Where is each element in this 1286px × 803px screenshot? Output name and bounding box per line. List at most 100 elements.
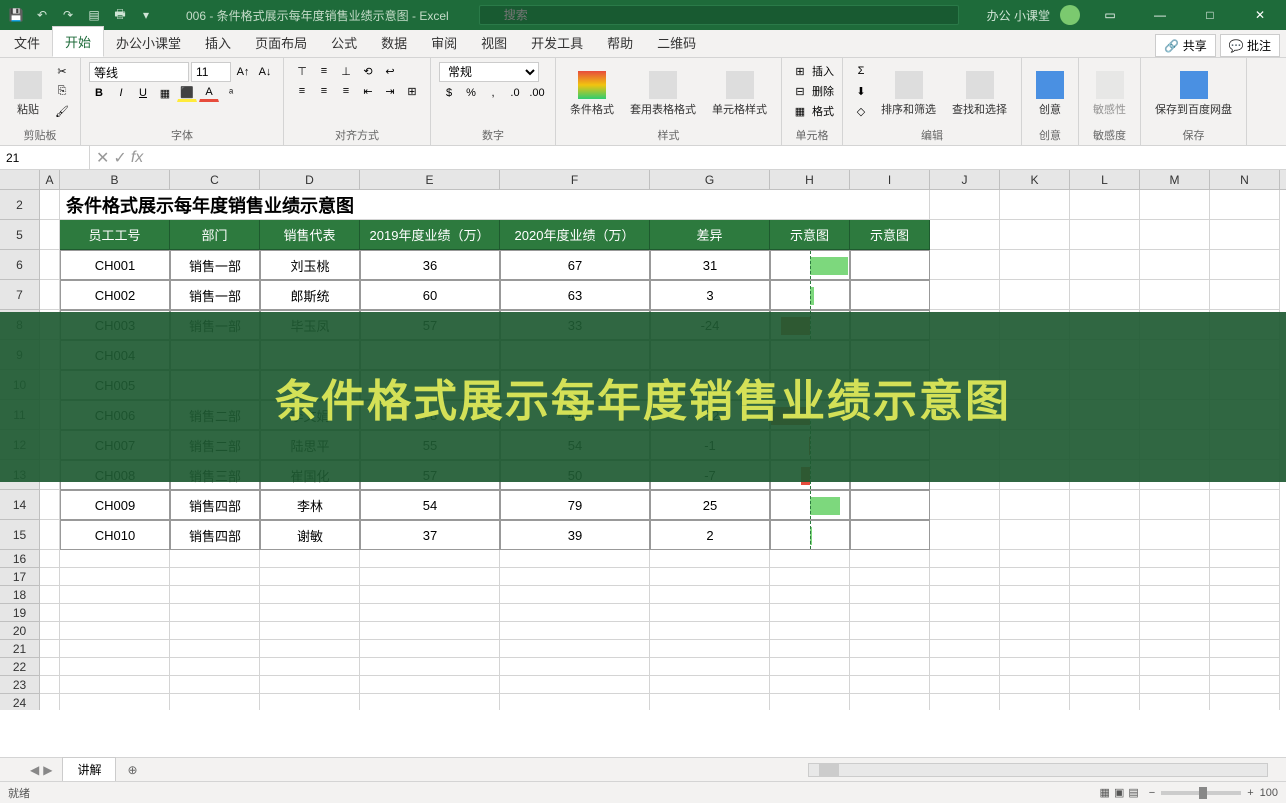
- cell[interactable]: [650, 568, 770, 586]
- zoom-thumb[interactable]: [1199, 787, 1207, 799]
- row-header-6[interactable]: 6: [0, 250, 40, 280]
- cell[interactable]: 3: [650, 280, 770, 310]
- cell[interactable]: [770, 520, 850, 550]
- save-baidu-button[interactable]: 保存到百度网盘: [1149, 62, 1238, 125]
- fill-color-icon[interactable]: ⬛: [177, 84, 197, 102]
- copy-icon[interactable]: ⎘: [52, 82, 72, 100]
- select-all-corner[interactable]: [0, 170, 40, 189]
- cell[interactable]: [1000, 190, 1070, 220]
- insert-cells-label[interactable]: 插入: [812, 63, 834, 79]
- idea-button[interactable]: 创意: [1030, 62, 1070, 125]
- zoom-out-icon[interactable]: −: [1149, 787, 1155, 799]
- cell[interactable]: 2: [650, 520, 770, 550]
- cell[interactable]: [360, 586, 500, 604]
- cancel-fx-icon[interactable]: ✕: [96, 148, 109, 168]
- align-middle-icon[interactable]: ≡: [314, 62, 334, 80]
- cell[interactable]: [930, 220, 1000, 250]
- cell[interactable]: [1000, 568, 1070, 586]
- cell[interactable]: [770, 604, 850, 622]
- cell[interactable]: [1210, 658, 1280, 676]
- cell[interactable]: [1070, 190, 1140, 220]
- cell[interactable]: [360, 640, 500, 658]
- close-icon[interactable]: ✕: [1240, 0, 1280, 30]
- cell[interactable]: [1140, 694, 1210, 710]
- decrease-font-icon[interactable]: A↓: [255, 63, 275, 81]
- col-header-G[interactable]: G: [650, 170, 770, 189]
- find-select-button[interactable]: 查找和选择: [946, 62, 1013, 125]
- col-header-J[interactable]: J: [930, 170, 1000, 189]
- comment-button[interactable]: 💬 批注: [1220, 34, 1280, 57]
- cell[interactable]: [930, 604, 1000, 622]
- cell[interactable]: [1000, 586, 1070, 604]
- sheet-tab[interactable]: 讲解: [62, 757, 116, 783]
- autosum-icon[interactable]: Σ: [851, 62, 871, 80]
- cell[interactable]: [1070, 220, 1140, 250]
- cell[interactable]: [1070, 568, 1140, 586]
- cell[interactable]: [650, 676, 770, 694]
- cell[interactable]: 31: [650, 250, 770, 280]
- cell[interactable]: [1140, 586, 1210, 604]
- user-label[interactable]: 办公 小课堂: [987, 7, 1050, 24]
- dec-decimal-icon[interactable]: .00: [527, 84, 547, 102]
- row-header-17[interactable]: 17: [0, 568, 40, 586]
- cell[interactable]: [770, 568, 850, 586]
- ribbon-options-icon[interactable]: ▭: [1090, 0, 1130, 30]
- cell[interactable]: [360, 568, 500, 586]
- cell[interactable]: [170, 568, 260, 586]
- cell[interactable]: CH010: [60, 520, 170, 550]
- cell[interactable]: 67: [500, 250, 650, 280]
- cell[interactable]: [170, 658, 260, 676]
- cell[interactable]: [1140, 658, 1210, 676]
- minimize-icon[interactable]: —: [1140, 0, 1180, 30]
- conditional-format-button[interactable]: 条件格式: [564, 62, 620, 125]
- cell[interactable]: [770, 586, 850, 604]
- cell[interactable]: [850, 250, 930, 280]
- cell[interactable]: [1140, 568, 1210, 586]
- cell[interactable]: [1140, 490, 1210, 520]
- cell[interactable]: [850, 640, 930, 658]
- col-header-A[interactable]: A: [40, 170, 60, 189]
- cell[interactable]: [1140, 520, 1210, 550]
- cell[interactable]: [260, 694, 360, 710]
- cell[interactable]: [170, 586, 260, 604]
- cell[interactable]: 2019年度业绩（万）: [360, 220, 500, 250]
- cell[interactable]: [1210, 622, 1280, 640]
- font-size-input[interactable]: [191, 62, 231, 82]
- cell[interactable]: [1000, 550, 1070, 568]
- cell[interactable]: [1000, 250, 1070, 280]
- zoom-in-icon[interactable]: +: [1247, 787, 1253, 799]
- cell[interactable]: [650, 622, 770, 640]
- merge-icon[interactable]: ⊞: [402, 82, 422, 100]
- zoom-slider[interactable]: [1161, 791, 1241, 795]
- cell[interactable]: 差异: [650, 220, 770, 250]
- cell[interactable]: [60, 640, 170, 658]
- cell[interactable]: [1210, 586, 1280, 604]
- cell[interactable]: [1000, 604, 1070, 622]
- cell[interactable]: [770, 550, 850, 568]
- cell[interactable]: [260, 586, 360, 604]
- cell[interactable]: [40, 622, 60, 640]
- avatar[interactable]: [1060, 5, 1080, 25]
- cell[interactable]: CH002: [60, 280, 170, 310]
- row-header-2[interactable]: 2: [0, 190, 40, 220]
- tab-layout[interactable]: 页面布局: [243, 28, 319, 57]
- cell[interactable]: [60, 568, 170, 586]
- cell[interactable]: [1000, 220, 1070, 250]
- cell[interactable]: [650, 586, 770, 604]
- cell[interactable]: 刘玉桃: [260, 250, 360, 280]
- cell[interactable]: 60: [360, 280, 500, 310]
- cell[interactable]: [1070, 658, 1140, 676]
- align-left-icon[interactable]: ≡: [292, 82, 312, 100]
- cell[interactable]: [930, 568, 1000, 586]
- col-header-D[interactable]: D: [260, 170, 360, 189]
- italic-icon[interactable]: I: [111, 84, 131, 102]
- align-top-icon[interactable]: ⊤: [292, 62, 312, 80]
- cell[interactable]: [1210, 250, 1280, 280]
- cell[interactable]: 示意图: [770, 220, 850, 250]
- cell[interactable]: [930, 640, 1000, 658]
- cell[interactable]: [650, 550, 770, 568]
- cell[interactable]: [40, 520, 60, 550]
- border-icon[interactable]: ▦: [155, 84, 175, 102]
- scrollbar-thumb[interactable]: [819, 764, 839, 776]
- row-header-23[interactable]: 23: [0, 676, 40, 694]
